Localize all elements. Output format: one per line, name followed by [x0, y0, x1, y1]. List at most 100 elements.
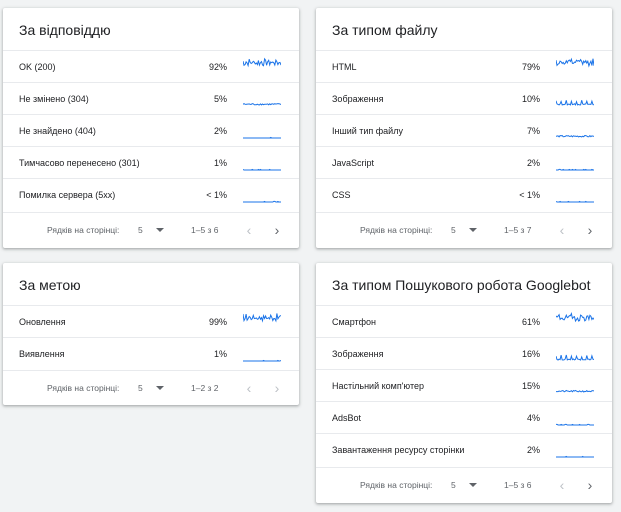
table-row[interactable]: Не знайдено (404) 2% — [3, 114, 299, 147]
row-label: Зображення — [332, 94, 384, 104]
pagination: Рядків на сторінці: 5 1–2 з 2 ‹ › — [3, 370, 299, 405]
row-label: Оновлення — [19, 317, 66, 327]
chevron-right-icon[interactable]: › — [582, 222, 598, 238]
row-label: Помилка сервера (5xx) — [19, 190, 116, 200]
page-range: 1–5 з 6 — [191, 225, 219, 235]
row-label: Настільний комп'ютер — [332, 381, 424, 391]
chevron-right-icon[interactable]: › — [269, 380, 285, 396]
table-row[interactable]: Помилка сервера (5xx) < 1% — [3, 178, 299, 211]
pagination: Рядків на сторінці: 5 1–5 з 6 ‹ › — [3, 212, 299, 247]
sparkline — [556, 312, 594, 323]
row-percent: 15% — [521, 381, 540, 391]
table-row[interactable]: JavaScript 2% — [316, 146, 612, 179]
row-percent: 99% — [208, 317, 227, 327]
table-row[interactable]: Зображення 10% — [316, 82, 612, 115]
sparkline — [556, 57, 594, 68]
chevron-right-icon[interactable]: › — [269, 222, 285, 238]
row-percent: 16% — [521, 349, 540, 359]
chevron-left-icon[interactable]: ‹ — [554, 222, 570, 238]
rows-per-page-select[interactable]: 5 — [138, 213, 143, 247]
row-label: Не змінено (304) — [19, 94, 89, 104]
sparkline — [556, 168, 594, 171]
triangle-down-icon[interactable] — [156, 386, 164, 390]
row-label: Не знайдено (404) — [19, 126, 96, 136]
sparkline — [243, 200, 281, 203]
table-row[interactable]: Смартфон 61% — [316, 305, 612, 338]
sparkline — [243, 359, 281, 362]
rows-per-page-select[interactable]: 5 — [451, 213, 456, 247]
sparkline — [556, 200, 594, 203]
page-range: 1–5 з 7 — [504, 225, 532, 235]
sparkline — [243, 313, 281, 323]
row-label: Смартфон — [332, 317, 377, 327]
row-percent: < 1% — [519, 190, 540, 200]
table-row[interactable]: CSS < 1% — [316, 178, 612, 211]
card-response: За відповіддю OK (200) 92% Не змінено (3… — [3, 8, 299, 248]
card-title: За типом файлу — [332, 22, 438, 38]
row-label: HTML — [332, 62, 357, 72]
row-label: AdsBot — [332, 413, 362, 423]
chevron-left-icon[interactable]: ‹ — [241, 222, 257, 238]
rows-per-page-select[interactable]: 5 — [138, 371, 143, 405]
row-percent: 5% — [213, 94, 227, 104]
sparkline — [243, 168, 281, 171]
sparkline — [556, 354, 594, 361]
rows-per-page-label: Рядків на сторінці: — [47, 225, 120, 235]
row-percent: < 1% — [206, 190, 227, 200]
sparkline — [243, 136, 281, 139]
rows-per-page-label: Рядків на сторінці: — [47, 383, 120, 393]
card-title: За типом Пошукового робота Googlebot — [332, 277, 591, 293]
page-range: 1–2 з 2 — [191, 383, 219, 393]
row-label: JavaScript — [332, 158, 375, 168]
row-percent: 2% — [213, 126, 227, 136]
row-percent: 7% — [526, 126, 540, 136]
row-label: CSS — [332, 190, 351, 200]
rows-per-page-select[interactable]: 5 — [451, 468, 456, 502]
sparkline — [243, 57, 281, 68]
row-percent: 1% — [213, 349, 227, 359]
table-row[interactable]: Настільний комп'ютер 15% — [316, 369, 612, 402]
sparkline — [556, 99, 594, 106]
row-percent: 79% — [521, 62, 540, 72]
triangle-down-icon[interactable] — [469, 483, 477, 487]
triangle-down-icon[interactable] — [469, 228, 477, 232]
table-row[interactable]: Оновлення 99% — [3, 305, 299, 338]
table-row[interactable]: Виявлення 1% — [3, 337, 299, 370]
card-googlebot-type: За типом Пошукового робота Googlebot Сма… — [316, 263, 612, 503]
row-label: OK (200) — [19, 62, 56, 72]
row-percent: 2% — [526, 158, 540, 168]
table-row[interactable]: Завантаження ресурсу сторінки 2% — [316, 433, 612, 466]
sparkline — [556, 455, 594, 458]
row-label: Інший тип файлу — [332, 126, 403, 136]
pagination: Рядків на сторінці: 5 1–5 з 7 ‹ › — [316, 212, 612, 247]
rows-per-page-label: Рядків на сторінці: — [360, 480, 433, 490]
table-row[interactable]: OK (200) 92% — [3, 50, 299, 83]
table-row[interactable]: Інший тип файлу 7% — [316, 114, 612, 147]
sparkline — [556, 423, 594, 426]
sparkline — [556, 389, 594, 393]
row-label: Виявлення — [19, 349, 65, 359]
pagination: Рядків на сторінці: 5 1–5 з 6 ‹ › — [316, 467, 612, 502]
table-row[interactable]: Не змінено (304) 5% — [3, 82, 299, 115]
row-percent: 4% — [526, 413, 540, 423]
row-label: Тимчасово перенесено (301) — [19, 158, 140, 168]
card-title: За метою — [19, 277, 81, 293]
row-label: Завантаження ресурсу сторінки — [332, 445, 465, 455]
chevron-left-icon[interactable]: ‹ — [554, 477, 570, 493]
rows-per-page-label: Рядків на сторінці: — [360, 225, 433, 235]
chevron-left-icon[interactable]: ‹ — [241, 380, 257, 396]
row-percent: 1% — [213, 158, 227, 168]
chevron-right-icon[interactable]: › — [582, 477, 598, 493]
triangle-down-icon[interactable] — [156, 228, 164, 232]
table-row[interactable]: Зображення 16% — [316, 337, 612, 370]
row-percent: 61% — [521, 317, 540, 327]
sparkline — [556, 134, 594, 138]
card-file-type: За типом файлу HTML 79% Зображення 10% І… — [316, 8, 612, 248]
sparkline — [243, 102, 281, 106]
card-purpose: За метою Оновлення 99% Виявлення 1% Рядк… — [3, 263, 299, 405]
table-row[interactable]: HTML 79% — [316, 50, 612, 83]
table-row[interactable]: Тимчасово перенесено (301) 1% — [3, 146, 299, 179]
card-title: За відповіддю — [19, 22, 111, 38]
row-percent: 10% — [521, 94, 540, 104]
table-row[interactable]: AdsBot 4% — [316, 401, 612, 434]
